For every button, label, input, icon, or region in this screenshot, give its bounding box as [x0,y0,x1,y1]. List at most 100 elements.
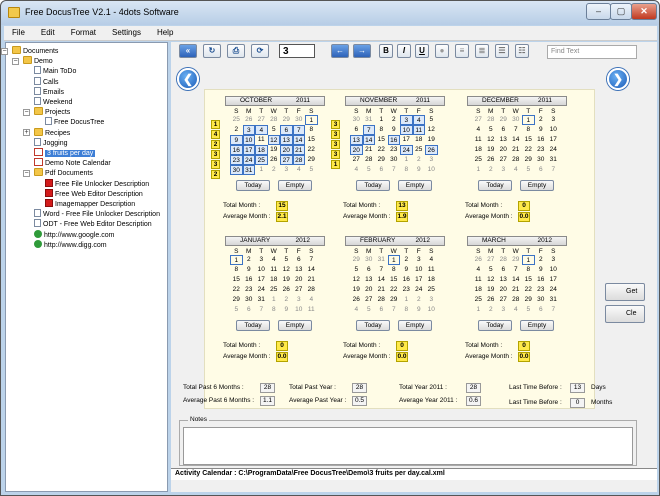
day-cell-other[interactable]: 5 [363,305,376,315]
day-cell[interactable]: 11 [472,135,485,145]
day-cell[interactable]: 31 [547,155,560,165]
today-button[interactable]: Today [236,320,270,331]
day-cell[interactable]: 31 [255,295,268,305]
day-cell[interactable]: 3 [547,255,560,265]
maximize-button[interactable]: ▢ [610,3,632,20]
day-cell-other[interactable]: 2 [485,165,498,175]
day-cell-other[interactable]: 3 [497,305,510,315]
day-cell[interactable]: 18 [472,285,485,295]
day-cell[interactable]: 17 [547,275,560,285]
tree-item-jogging[interactable]: Jogging [34,137,68,148]
day-cell-other[interactable]: 4 [305,295,318,305]
day-cell[interactable]: 10 [413,265,426,275]
tree-item-3-fruits-per-day[interactable]: 3 fruits per day [34,148,96,158]
day-cell-other[interactable]: 30 [350,115,363,125]
day-cell[interactable]: 26 [485,295,498,305]
day-cell[interactable]: 4 [268,255,281,265]
tree-item-demo[interactable]: Demo [23,56,53,66]
day-cell[interactable]: 25 [255,155,268,165]
align-icon-2[interactable]: ☷ [515,44,529,58]
day-cell-other[interactable]: 6 [375,165,388,175]
day-cell[interactable]: 7 [375,265,388,275]
day-cell[interactable]: 2 [388,115,401,125]
day-cell[interactable]: 27 [280,155,293,165]
tree-item-imagemapper-description[interactable]: Imagemapper Description [45,199,135,209]
day-cell[interactable]: 26 [485,155,498,165]
day-cell[interactable]: 9 [535,125,548,135]
underline-button[interactable]: U [415,44,429,58]
day-cell[interactable]: 14 [292,135,305,145]
day-cell-other[interactable]: 9 [413,305,426,315]
day-cell-other[interactable]: 28 [485,115,498,125]
close-button[interactable]: ✕ [631,3,657,20]
day-cell[interactable]: 19 [280,275,293,285]
day-cell[interactable]: 1 [522,115,535,125]
day-cell[interactable]: 2 [400,255,413,265]
day-cell-other[interactable]: 8 [400,165,413,175]
tree-item-http-www-google-com[interactable]: http://www.google.com [34,229,114,240]
title-bar[interactable]: Free DocusTree V2.1 - 4dots Software – ▢… [1,1,659,25]
day-cell[interactable]: 30 [230,165,243,175]
day-cell[interactable]: 9 [243,265,256,275]
tree-item-emails[interactable]: Emails [34,86,64,97]
day-cell-other[interactable]: 6 [243,305,256,315]
tree-item-demo-note-calendar[interactable]: Demo Note Calendar [34,158,111,168]
day-cell[interactable]: 24 [400,145,413,155]
day-cell[interactable]: 20 [497,145,510,155]
day-cell[interactable]: 13 [363,275,376,285]
day-cell[interactable]: 3 [242,125,255,135]
day-cell[interactable]: 7 [362,125,375,135]
day-cell-other[interactable]: 7 [388,305,401,315]
day-cell[interactable]: 22 [375,145,388,155]
day-cell[interactable]: 26 [268,155,281,165]
day-cell-other[interactable]: 2 [413,295,426,305]
day-cell[interactable]: 16 [230,145,243,155]
day-cell[interactable]: 26 [280,285,293,295]
tree-expander-6[interactable]: − [23,108,30,116]
day-cell-other[interactable]: 6 [535,305,548,315]
day-cell[interactable]: 15 [230,275,243,285]
day-cell[interactable]: 25 [413,145,426,155]
day-cell[interactable]: 13 [280,135,293,145]
day-cell-other[interactable]: 29 [510,255,523,265]
tree-item-free-docustree[interactable]: Free DocusTree [45,117,104,127]
day-cell[interactable]: 25 [472,295,485,305]
day-cell[interactable]: 27 [363,295,376,305]
day-cell[interactable]: 2 [535,255,548,265]
day-cell-other[interactable]: 10 [293,305,306,315]
day-cell[interactable]: 25 [472,155,485,165]
day-cell[interactable]: 27 [497,295,510,305]
day-cell-other[interactable]: 26 [243,115,256,125]
day-cell[interactable]: 23 [230,155,243,165]
day-cell[interactable]: 15 [375,135,388,145]
day-cell[interactable]: 27 [497,155,510,165]
today-button[interactable]: Today [478,180,512,191]
minimize-button[interactable]: – [586,3,611,20]
day-cell-other[interactable]: 7 [547,305,560,315]
get-button[interactable]: Get [605,283,645,301]
notes-textarea[interactable] [183,427,633,465]
document-tree[interactable]: − Documents − Demo Main ToDo Calls Emails Weeke… [1,42,168,492]
day-cell[interactable]: 14 [510,275,523,285]
day-cell[interactable]: 30 [535,155,548,165]
tree-expander-12[interactable]: − [23,169,30,177]
day-cell[interactable]: 12 [485,135,498,145]
day-cell[interactable]: 29 [522,295,535,305]
tree-item-main-todo[interactable]: Main ToDo [34,66,76,76]
day-cell[interactable]: 26 [350,295,363,305]
day-cell[interactable]: 23 [388,145,401,155]
day-cell[interactable]: 24 [413,285,426,295]
day-cell[interactable]: 15 [388,275,401,285]
day-cell[interactable]: 17 [400,135,413,145]
day-cell-other[interactable]: 7 [388,165,401,175]
day-cell[interactable]: 3 [413,255,426,265]
day-cell[interactable]: 6 [293,255,306,265]
day-cell[interactable]: 7 [305,255,318,265]
day-cell[interactable]: 8 [388,265,401,275]
day-cell[interactable]: 8 [305,125,318,135]
day-cell[interactable]: 28 [510,295,523,305]
day-cell[interactable]: 16 [387,135,400,145]
day-cell[interactable]: 17 [547,135,560,145]
day-cell[interactable]: 6 [497,265,510,275]
day-cell[interactable]: 17 [413,275,426,285]
